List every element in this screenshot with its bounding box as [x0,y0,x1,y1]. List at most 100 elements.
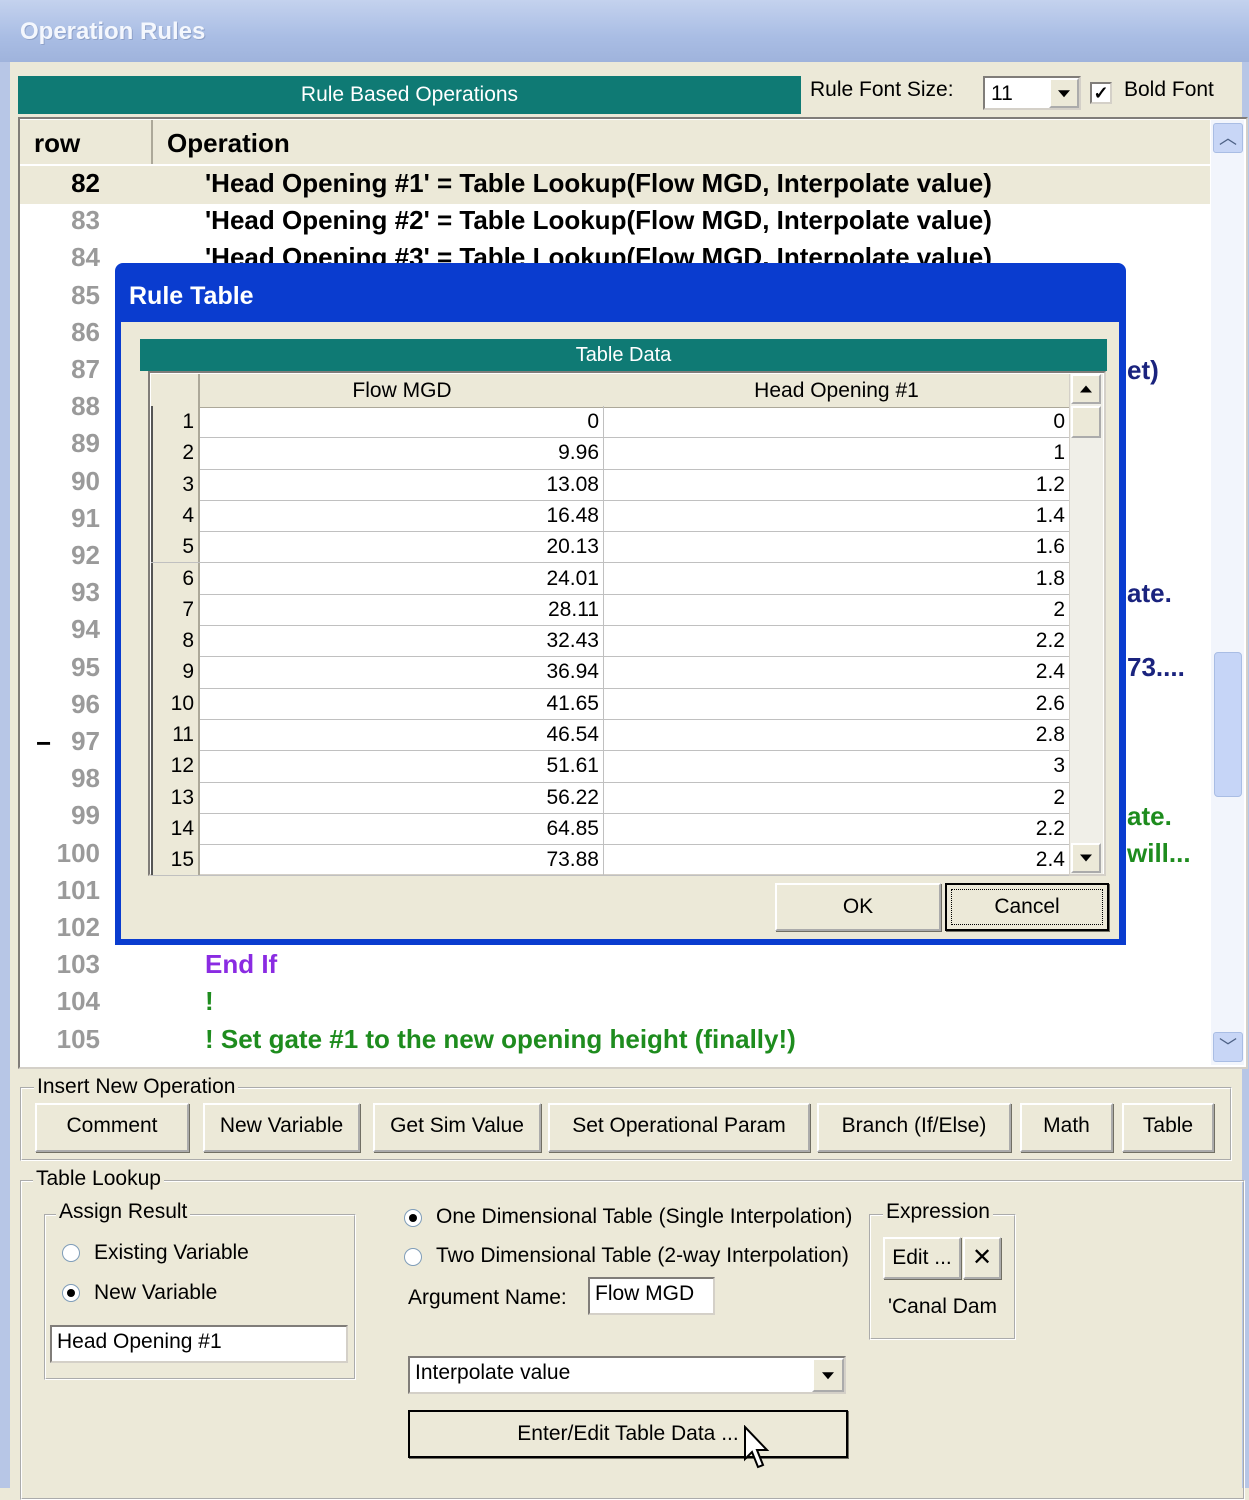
row-index[interactable]: 6 [151,562,200,594]
table-row[interactable]: 6 24.01 1.8 [151,562,1069,595]
head-opening-cell[interactable]: 1.2 [604,469,1069,500]
flow-mgd-cell[interactable]: 0 [200,406,604,438]
row-number[interactable]: 87 [20,354,100,385]
table-scrollbar[interactable] [1069,374,1103,874]
row-index[interactable]: 13 [151,781,200,813]
flow-mgd-cell[interactable]: 46.54 [200,719,604,751]
head-opening-cell[interactable]: 2 [604,594,1069,625]
row-number[interactable]: 99 [20,800,100,831]
table-row[interactable]: 13 56.22 2 [151,781,1069,814]
row-number[interactable]: 104 [20,986,100,1017]
comment-button[interactable]: Comment [35,1103,189,1152]
table-scroll-up-button[interactable] [1071,374,1101,404]
lookup-method-dropdown-button[interactable] [812,1358,844,1392]
row-index[interactable]: 12 [151,750,200,782]
row-number[interactable]: 93 [20,577,100,608]
flow-mgd-cell[interactable]: 13.08 [200,468,604,500]
table-row[interactable]: 15 73.88 2.4 [151,844,1069,877]
cancel-button[interactable]: Cancel [945,883,1109,931]
row-number[interactable]: 102 [20,912,100,943]
branch-if-else-button[interactable]: Branch (If/Else) [817,1103,1011,1152]
row-index[interactable]: 11 [151,719,200,751]
column-header-row[interactable]: row [20,120,153,164]
flow-mgd-cell[interactable]: 24.01 [200,562,604,594]
row-index[interactable]: 4 [151,499,200,532]
table-row[interactable]: 10 41.65 2.6 [151,687,1069,720]
row-number[interactable]: 95 [20,652,100,683]
table-scroll-down-button[interactable] [1071,843,1101,873]
one-dimensional-table-radio[interactable] [404,1209,422,1227]
set-operational-param-button[interactable]: Set Operational Param [548,1103,810,1152]
row-index[interactable]: 1 [151,406,200,438]
head-opening-cell[interactable]: 1.8 [604,563,1069,594]
flow-mgd-cell[interactable]: 28.11 [200,593,604,626]
table-row[interactable]: 11 46.54 2.8 [151,719,1069,752]
font-size-dropdown-button[interactable] [1049,78,1079,108]
expression-edit-button[interactable]: Edit ... [883,1237,961,1279]
operation-text[interactable]: ! Set gate #1 to the new opening height … [205,1024,796,1055]
row-number[interactable]: 86 [20,317,100,348]
new-variable-radio[interactable] [62,1284,80,1302]
flow-mgd-cell[interactable]: 41.65 [200,687,604,719]
row-number[interactable]: 91 [20,503,100,534]
grid-scroll-thumb[interactable] [1214,652,1242,797]
bold-font-checkbox[interactable]: ✓ [1090,82,1112,104]
row-number[interactable]: 105 [20,1024,100,1055]
ok-button[interactable]: OK [775,883,941,931]
head-opening-cell[interactable]: 2 [604,782,1069,813]
flow-mgd-cell[interactable]: 36.94 [200,656,604,688]
row-number[interactable]: 92 [20,540,100,571]
row-index[interactable]: 7 [151,593,200,626]
table-scroll-thumb[interactable] [1071,406,1101,438]
new-variable-name-input[interactable]: Head Opening #1 [50,1325,348,1363]
table-row[interactable]: 2 9.96 1 [151,437,1069,470]
enter-edit-table-data-button[interactable]: Enter/Edit Table Data ... [408,1410,848,1458]
row-number[interactable]: 88 [20,391,100,422]
head-opening-cell[interactable]: 2.4 [604,844,1069,875]
row-index[interactable]: 14 [151,812,200,845]
flow-mgd-cell[interactable]: 51.61 [200,750,604,782]
row-number[interactable]: 89 [20,428,100,459]
flow-mgd-cell[interactable]: 64.85 [200,812,604,845]
math-button[interactable]: Math [1020,1103,1113,1152]
operation-text[interactable]: 'Head Opening #1' = Table Lookup(Flow MG… [205,168,992,199]
flow-mgd-cell[interactable]: 32.43 [200,625,604,657]
head-opening-cell[interactable]: 1 [604,437,1069,468]
row-index[interactable]: 3 [151,468,200,500]
row-number[interactable]: 83 [20,205,100,236]
head-opening-cell[interactable]: 2.8 [604,719,1069,750]
delete-icon[interactable]: ✕ [963,1237,1001,1279]
row-index[interactable]: 15 [151,844,200,876]
grid-scrollbar[interactable] [1211,120,1244,1065]
row-index[interactable]: 10 [151,687,200,719]
row-number[interactable]: 103 [20,949,100,980]
column-header-operation[interactable]: Operation [153,120,1210,164]
get-sim-value-button[interactable]: Get Sim Value [373,1103,541,1152]
column-header-flow-mgd[interactable]: Flow MGD [200,374,606,408]
grid-scroll-down-button[interactable]: ﹀ [1213,1032,1243,1062]
row-index[interactable]: 8 [151,625,200,657]
existing-variable-radio[interactable] [62,1244,80,1262]
row-number[interactable]: 90 [20,466,100,497]
table-row[interactable]: 9 36.94 2.4 [151,656,1069,689]
grid-scroll-up-button[interactable]: ︿ [1213,123,1243,153]
two-dimensional-table-radio[interactable] [404,1248,422,1266]
lookup-method-select[interactable]: Interpolate value [408,1356,846,1394]
table-row[interactable]: 4 16.48 1.4 [151,499,1069,533]
font-size-select[interactable]: 11 [983,76,1081,110]
operation-text[interactable]: ! [205,986,214,1017]
column-header-head-opening[interactable]: Head Opening #1 [604,374,1069,408]
row-number[interactable]: 82 [20,168,100,199]
row-index[interactable]: 2 [151,437,200,469]
table-row[interactable]: 5 20.13 1.6 [151,531,1069,564]
table-row[interactable]: 100 [151,406,1069,439]
flow-mgd-cell[interactable]: 20.13 [200,531,604,563]
row-number[interactable]: 101 [20,875,100,906]
row-number[interactable]: 85 [20,280,100,311]
head-opening-cell[interactable]: 3 [604,750,1069,781]
row-number[interactable]: 94 [20,614,100,645]
table-row[interactable]: 12 51.61 3 [151,750,1069,783]
row-number[interactable]: 100 [20,838,100,869]
head-opening-cell[interactable]: 2.2 [604,813,1069,844]
head-opening-cell[interactable]: 2.2 [604,625,1069,656]
